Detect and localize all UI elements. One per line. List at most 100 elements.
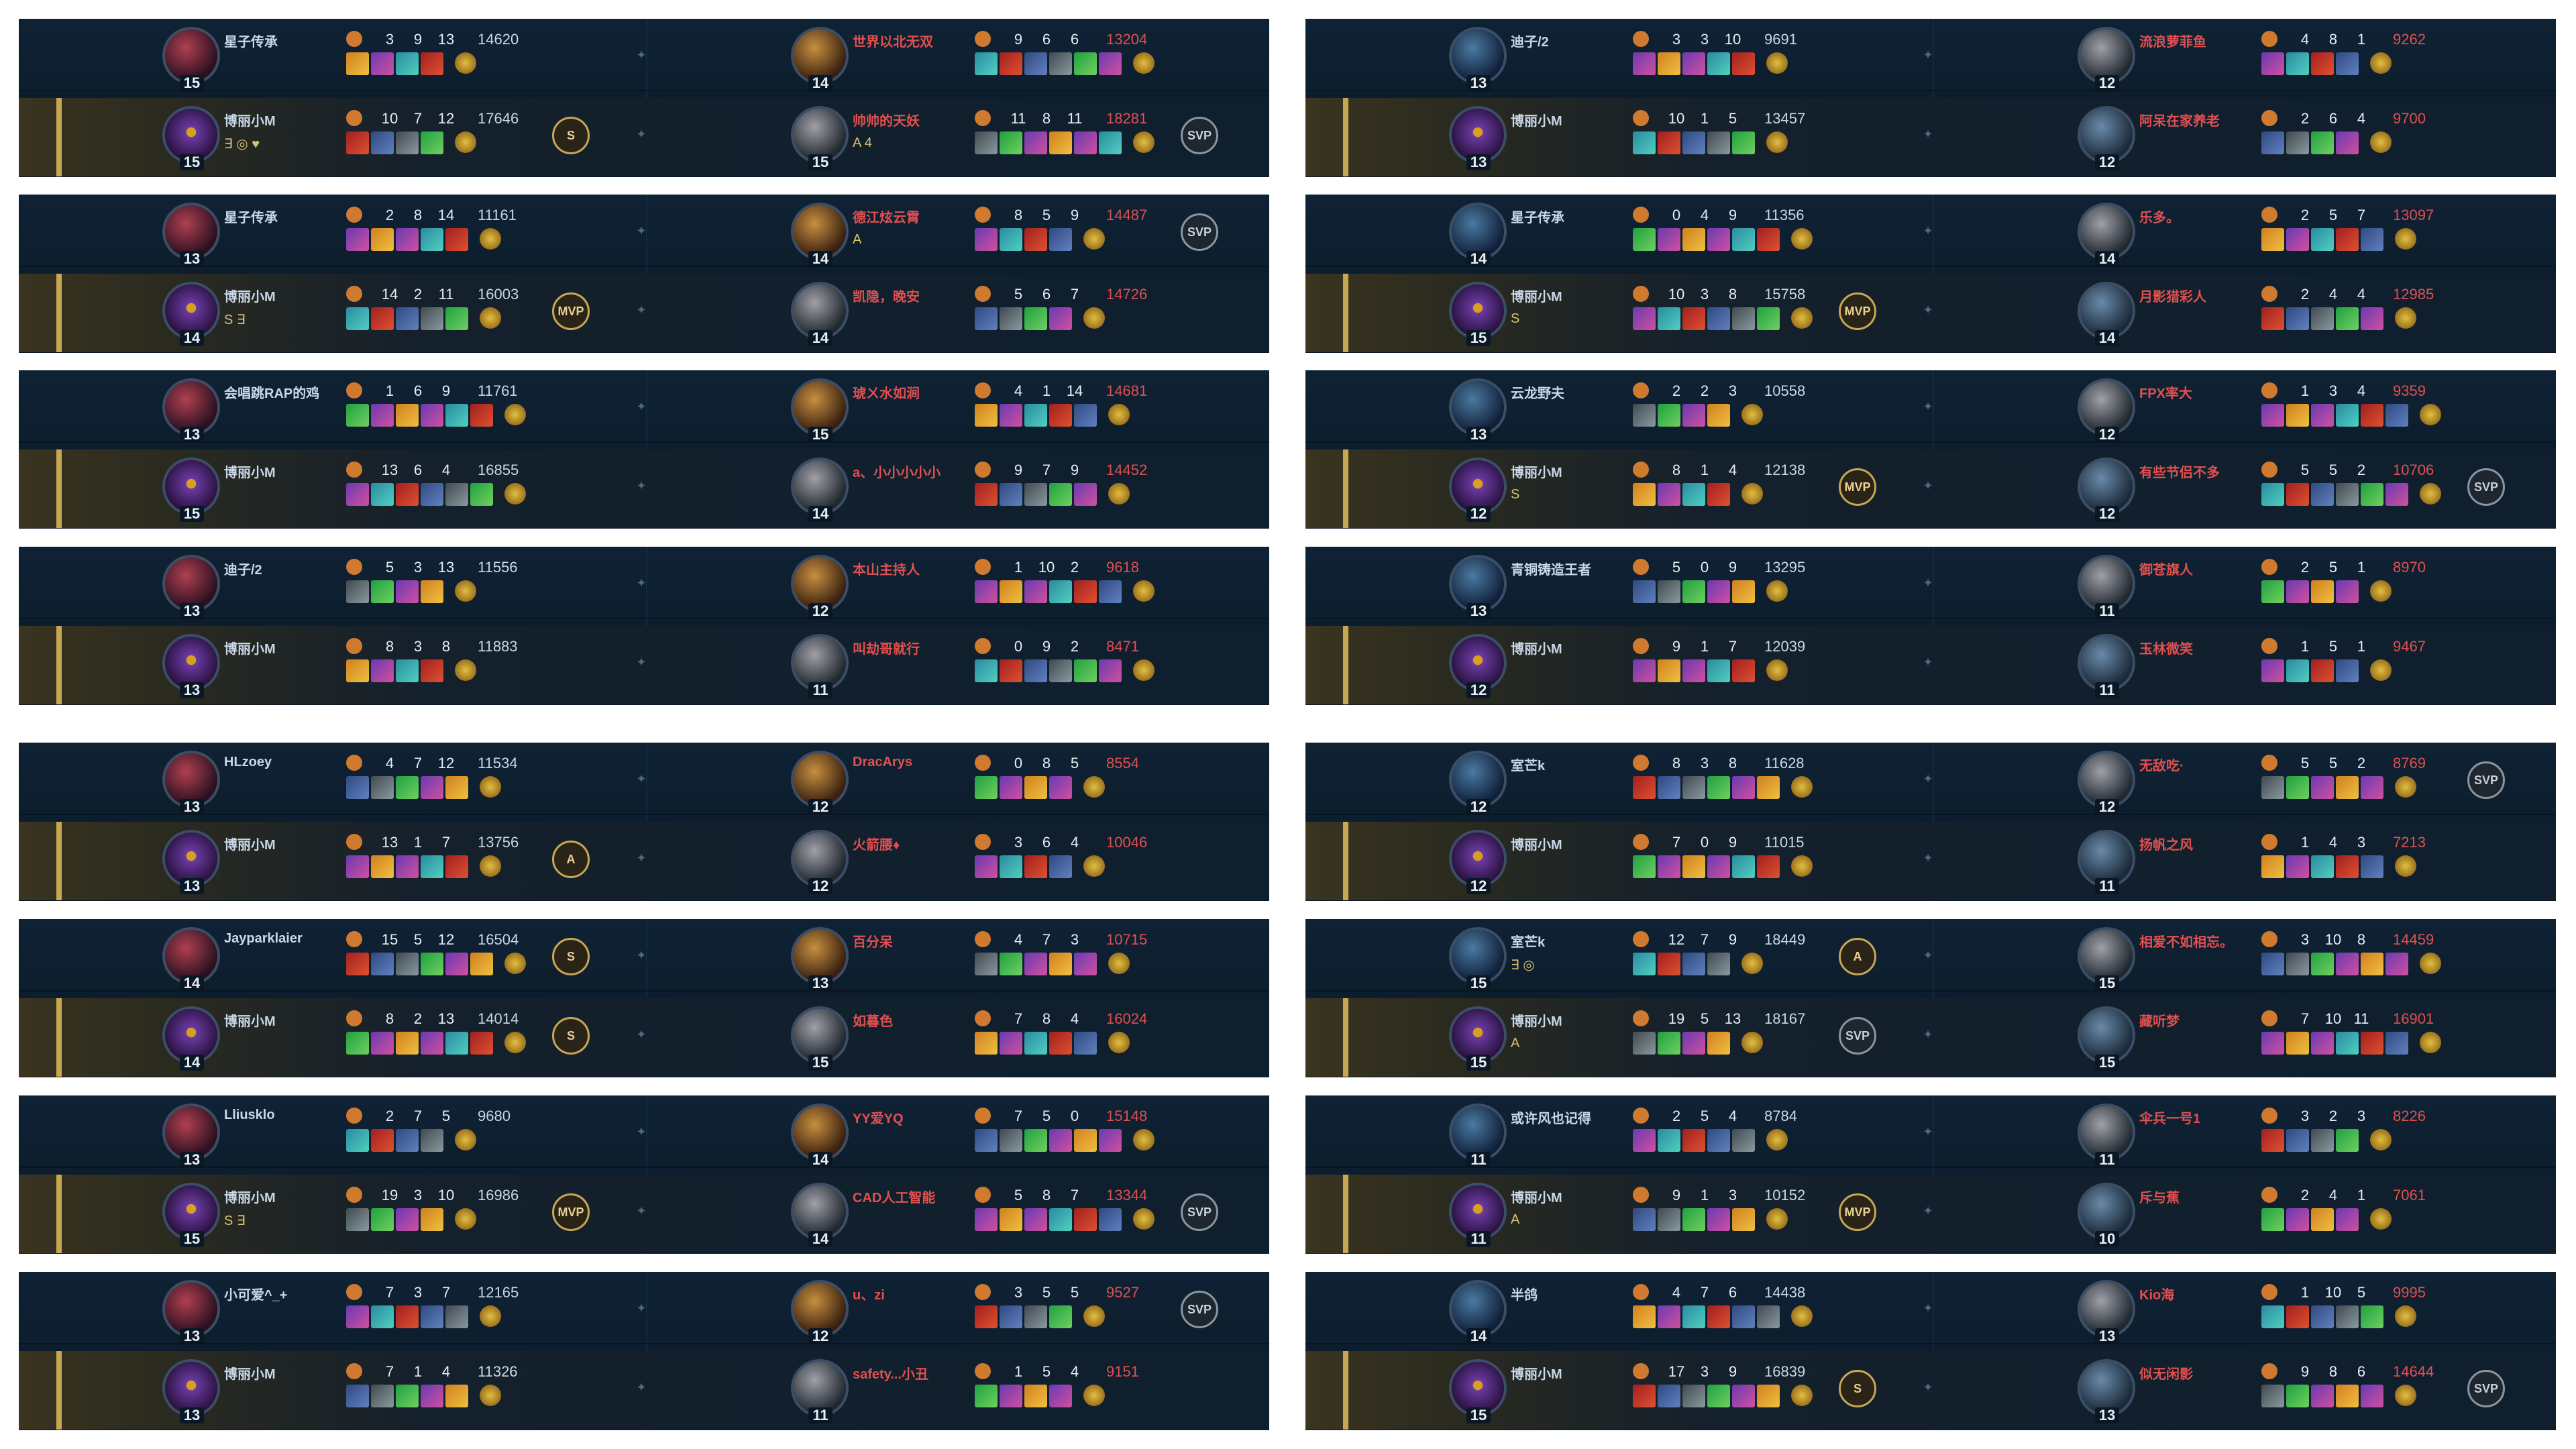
item-icon[interactable] bbox=[1000, 483, 1022, 506]
item-icon[interactable] bbox=[1682, 659, 1705, 682]
ally-player[interactable]: 12 博丽小M S 8 1 4 12138 MVP ✦ bbox=[1305, 449, 1933, 528]
item-icon[interactable] bbox=[1000, 52, 1022, 75]
item-icon[interactable] bbox=[445, 404, 468, 427]
item-icon[interactable] bbox=[1633, 953, 1656, 975]
item-icon[interactable] bbox=[421, 659, 443, 682]
item-icon[interactable] bbox=[2311, 404, 2334, 427]
item-icon[interactable] bbox=[975, 307, 998, 330]
item-icon[interactable] bbox=[1099, 1208, 1122, 1231]
item-icon[interactable] bbox=[396, 776, 419, 799]
trinket-icon[interactable] bbox=[1133, 52, 1155, 74]
enemy-player[interactable]: 13 百分呆 4 7 3 10715 bbox=[647, 919, 1269, 998]
ally-player[interactable]: 14 博丽小M S ∃ 14 2 11 16003 MVP ✦ bbox=[19, 274, 647, 352]
item-icon[interactable] bbox=[1099, 52, 1122, 75]
item-icon[interactable] bbox=[1707, 307, 1730, 330]
item-icon[interactable] bbox=[1707, 1032, 1730, 1055]
item-icon[interactable] bbox=[1658, 483, 1680, 506]
item-icon[interactable] bbox=[2311, 131, 2334, 154]
item-icon[interactable] bbox=[2311, 659, 2334, 682]
player-name[interactable]: 斥与蕉 bbox=[2139, 1187, 2180, 1206]
item-icon[interactable] bbox=[1049, 52, 1072, 75]
ally-player[interactable]: 13 星子传承 2 8 14 11161 ✦ bbox=[19, 195, 647, 273]
enemy-player[interactable]: 14 德江炫云霄 A 8 5 9 14487 SVP bbox=[647, 195, 1269, 273]
item-icon[interactable] bbox=[2361, 228, 2383, 251]
player-name[interactable]: 阿呆在家养老 bbox=[2139, 110, 2220, 129]
trinket-icon[interactable] bbox=[1766, 52, 1788, 74]
player-name[interactable]: 博丽小M bbox=[1511, 1010, 1562, 1030]
item-icon[interactable] bbox=[396, 855, 419, 878]
item-icon[interactable] bbox=[1682, 776, 1705, 799]
trinket-icon[interactable] bbox=[504, 953, 526, 974]
item-icon[interactable] bbox=[1024, 953, 1047, 975]
item-icon[interactable] bbox=[1024, 659, 1047, 682]
trinket-icon[interactable] bbox=[2420, 404, 2441, 425]
player-name[interactable]: 乐多。 bbox=[2139, 207, 2180, 226]
item-icon[interactable] bbox=[2311, 307, 2334, 330]
trinket-icon[interactable] bbox=[2370, 1129, 2392, 1150]
item-icon[interactable] bbox=[1074, 580, 1097, 603]
item-icon[interactable] bbox=[2361, 483, 2383, 506]
item-icon[interactable] bbox=[2311, 228, 2334, 251]
ally-player[interactable]: 11 或许风也记得 2 5 4 8784 ✦ bbox=[1305, 1095, 1933, 1174]
item-icon[interactable] bbox=[396, 1305, 419, 1328]
trinket-icon[interactable] bbox=[2370, 131, 2392, 153]
item-icon[interactable] bbox=[1633, 855, 1656, 878]
item-icon[interactable] bbox=[371, 1305, 394, 1328]
item-icon[interactable] bbox=[1633, 580, 1656, 603]
item-icon[interactable] bbox=[1732, 1208, 1755, 1231]
item-icon[interactable] bbox=[1658, 1385, 1680, 1407]
trinket-icon[interactable] bbox=[1083, 307, 1105, 329]
item-icon[interactable] bbox=[421, 131, 443, 154]
enemy-player[interactable]: 12 流浪萝菲鱼 4 8 1 9262 bbox=[1934, 19, 2556, 97]
player-name[interactable]: 本山主持人 bbox=[853, 559, 920, 578]
item-icon[interactable] bbox=[1658, 776, 1680, 799]
trinket-icon[interactable] bbox=[1791, 1305, 1813, 1327]
trinket-icon[interactable] bbox=[2395, 228, 2416, 250]
item-icon[interactable] bbox=[2336, 228, 2359, 251]
player-name[interactable]: 半鸽 bbox=[1511, 1284, 1538, 1303]
enemy-player[interactable]: 13 似无闲影 9 8 6 14644 SVP bbox=[1934, 1351, 2556, 1430]
player-name[interactable]: 博丽小M bbox=[1511, 286, 1562, 305]
item-icon[interactable] bbox=[1732, 131, 1755, 154]
match-card[interactable]: 11 或许风也记得 2 5 4 8784 ✦ 11 伞兵一号1 3 2 3 8226 11 博丽小M A 9 1 3… bbox=[1305, 1095, 2556, 1254]
player-name[interactable]: 博丽小M bbox=[224, 834, 276, 853]
trinket-icon[interactable] bbox=[1791, 228, 1813, 250]
match-card[interactable]: 14 半鸽 4 7 6 14438 ✦ 13 Kio海 1 10 5 9995 15 博丽小M 17 3 9 168… bbox=[1305, 1272, 2556, 1430]
item-icon[interactable] bbox=[2261, 131, 2284, 154]
enemy-player[interactable]: 14 CAD人工智能 5 8 7 13344 SVP bbox=[647, 1175, 1269, 1253]
item-icon[interactable] bbox=[1732, 1385, 1755, 1407]
item-icon[interactable] bbox=[1049, 659, 1072, 682]
item-icon[interactable] bbox=[1099, 659, 1122, 682]
trinket-icon[interactable] bbox=[455, 52, 476, 74]
match-card[interactable]: 13 会唱跳RAP的鸡 1 6 9 11761 ✦ 15 琥ㄨ水如涧 4 1 14 14681 15 博丽小… bbox=[19, 370, 1269, 529]
match-card[interactable]: 14 星子传承 0 4 9 11356 ✦ 14 乐多。 2 5 7 13097 15 博丽小M S 10 3 8 1… bbox=[1305, 195, 2556, 353]
enemy-player[interactable]: 13 Kio海 1 10 5 9995 bbox=[1934, 1272, 2556, 1350]
item-icon[interactable] bbox=[421, 404, 443, 427]
item-icon[interactable] bbox=[421, 776, 443, 799]
item-icon[interactable] bbox=[2286, 1032, 2309, 1055]
item-icon[interactable] bbox=[1707, 1129, 1730, 1152]
ally-player[interactable]: 13 会唱跳RAP的鸡 1 6 9 11761 ✦ bbox=[19, 370, 647, 449]
player-name[interactable]: 迪子/2 bbox=[1511, 31, 1549, 50]
ally-player[interactable]: 13 迪子/2 3 3 10 9691 ✦ bbox=[1305, 19, 1933, 97]
match-card[interactable]: 13 星子传承 2 8 14 11161 ✦ 14 德江炫云霄 A 8 5 9 14487 SVP 14 博丽小… bbox=[19, 195, 1269, 353]
item-icon[interactable] bbox=[1633, 1032, 1656, 1055]
item-icon[interactable] bbox=[1707, 1385, 1730, 1407]
ally-player[interactable]: 13 迪子/2 5 3 13 11556 ✦ bbox=[19, 547, 647, 625]
item-icon[interactable] bbox=[445, 776, 468, 799]
player-name[interactable]: 博丽小M bbox=[224, 110, 276, 129]
item-icon[interactable] bbox=[1707, 228, 1730, 251]
item-icon[interactable] bbox=[1658, 52, 1680, 75]
player-name[interactable]: 相爱不如相忘。 bbox=[2139, 931, 2233, 951]
player-name[interactable]: Lliusklo bbox=[224, 1108, 275, 1123]
ally-player[interactable]: 13 博丽小M 7 1 4 11326 ✦ bbox=[19, 1351, 647, 1430]
trinket-icon[interactable] bbox=[480, 776, 501, 798]
item-icon[interactable] bbox=[2336, 1305, 2359, 1328]
ally-player[interactable]: 13 HLzoey 4 7 12 11534 ✦ bbox=[19, 743, 647, 821]
item-icon[interactable] bbox=[1707, 855, 1730, 878]
item-icon[interactable] bbox=[346, 307, 369, 330]
item-icon[interactable] bbox=[1000, 1305, 1022, 1328]
enemy-player[interactable]: 12 u、zi 3 5 5 9527 SVP bbox=[647, 1272, 1269, 1350]
item-icon[interactable] bbox=[1024, 1129, 1047, 1152]
match-card[interactable]: 15 室芒k ∃ ◎ 12 7 9 18449 A ✦ 15 相爱不如相忘。 3 10 8 14459 15 博… bbox=[1305, 919, 2556, 1077]
